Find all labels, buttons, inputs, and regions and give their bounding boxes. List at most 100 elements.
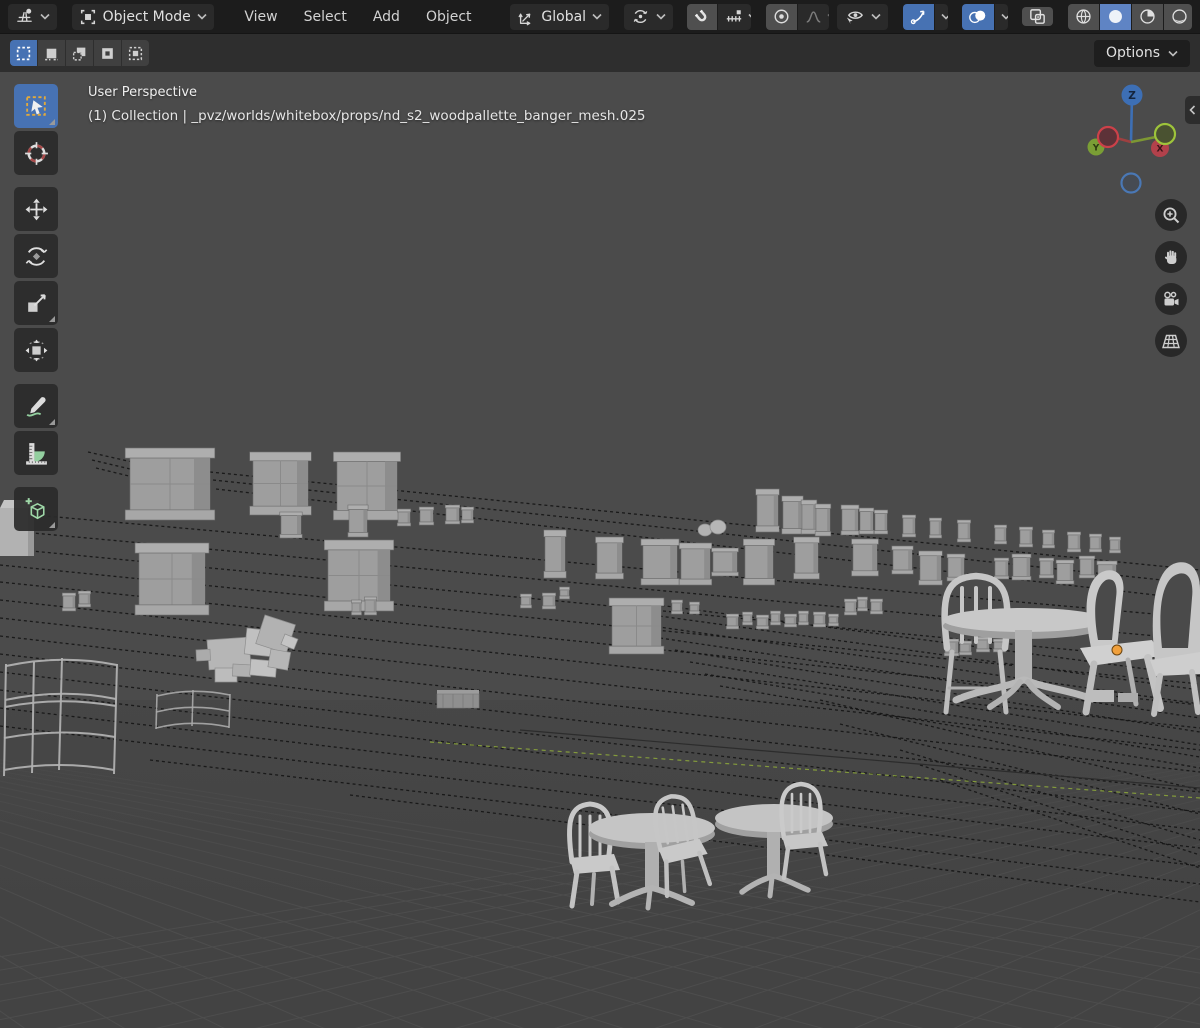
transform-orientation-icon <box>517 8 535 26</box>
snap-toggle[interactable] <box>687 4 717 30</box>
proportional-falloff-dropdown[interactable] <box>798 4 830 30</box>
chevron-down-icon <box>656 13 666 20</box>
move-icon <box>23 196 50 223</box>
tool-transform[interactable] <box>14 328 58 372</box>
overlays-dropdown[interactable] <box>995 4 1007 30</box>
overlays-icon <box>968 7 988 26</box>
select-box-icon <box>23 93 50 120</box>
options-label: Options <box>1106 45 1160 61</box>
select-mode-set[interactable] <box>10 40 37 66</box>
select-mode-group <box>10 40 149 66</box>
tool-scale[interactable] <box>14 281 58 325</box>
grid-perspective-icon <box>1161 332 1181 351</box>
gizmos-dropdown[interactable] <box>935 4 948 30</box>
tool-settings-bar: Options <box>0 33 1200 72</box>
viewport-3d[interactable]: User Perspective (1) Collection | _pvz/w… <box>0 72 1200 1028</box>
chevron-down-icon <box>40 13 50 20</box>
tool-measure[interactable] <box>14 431 58 475</box>
shading-solid-icon <box>1106 7 1125 26</box>
gizmo-axis-y-neg-ball[interactable] <box>1155 124 1175 144</box>
shading-material-preview-icon <box>1138 7 1157 26</box>
cursor-3d-icon <box>23 140 50 167</box>
editor-type-button[interactable] <box>8 4 57 30</box>
snap-magnet-icon <box>693 8 711 26</box>
toggle-xray-button[interactable] <box>1022 7 1053 26</box>
proportional-editing-toggle[interactable] <box>766 4 797 30</box>
tool-cursor[interactable] <box>14 131 58 175</box>
select-mode-extend[interactable] <box>38 40 65 66</box>
camera-icon <box>1161 290 1181 309</box>
tool-rotate[interactable] <box>14 234 58 278</box>
pivot-point-icon <box>631 7 650 26</box>
transform-orientation-dropdown[interactable]: Global <box>510 4 609 30</box>
menu-select[interactable]: Select <box>293 4 358 30</box>
mode-dropdown[interactable]: Object Mode <box>72 4 214 30</box>
camera-view-button[interactable] <box>1155 283 1187 315</box>
chevron-down-icon <box>941 13 948 20</box>
select-intersect-icon <box>127 45 144 62</box>
selected-object-origin[interactable] <box>1112 645 1122 655</box>
hand-icon <box>1162 248 1181 267</box>
chevron-down-icon <box>1001 13 1007 20</box>
snap-target-dropdown[interactable] <box>718 4 751 30</box>
shading-rendered-button[interactable] <box>1164 4 1192 30</box>
shading-solid-button[interactable] <box>1100 4 1131 30</box>
active-object-breadcrumb: (1) Collection | _pvz/worlds/whitebox/pr… <box>88 108 646 124</box>
measure-icon <box>23 440 50 467</box>
svg-text:Y: Y <box>1092 144 1100 154</box>
menu-view[interactable]: View <box>233 4 288 30</box>
pivot-point-dropdown[interactable] <box>624 4 673 30</box>
mode-label: Object Mode <box>103 9 191 25</box>
chevron-down-icon <box>592 13 602 20</box>
shading-material-preview-button[interactable] <box>1132 4 1163 30</box>
gizmo-axis-x-neg-ball[interactable] <box>1098 127 1118 147</box>
chevron-down-icon <box>748 13 751 20</box>
options-button[interactable]: Options <box>1094 40 1190 67</box>
snap-increment-icon <box>724 8 744 26</box>
chevron-down-icon <box>871 13 881 20</box>
overlays-control <box>962 4 1007 30</box>
chevron-left-icon <box>1189 105 1196 115</box>
view-perspective-label: User Perspective <box>88 85 197 100</box>
zoom-button[interactable] <box>1155 199 1187 231</box>
snap-control <box>687 4 751 30</box>
transform-icon <box>23 337 50 364</box>
falloff-curve-icon <box>804 8 823 26</box>
object-mode-icon <box>79 8 97 26</box>
tool-select-box[interactable] <box>14 84 58 128</box>
menu-object[interactable]: Object <box>415 4 483 30</box>
select-subtract-icon <box>71 45 88 62</box>
gizmo-axis-z-neg-ball[interactable] <box>1122 174 1141 193</box>
zoom-icon <box>1162 206 1181 225</box>
menu-add[interactable]: Add <box>362 4 411 30</box>
tool-add-cube[interactable] <box>14 487 58 531</box>
sidebar-toggle-tab[interactable] <box>1185 96 1200 124</box>
navigation-gizmo[interactable]: Y X Z <box>1081 82 1187 202</box>
toggle-projection-button[interactable] <box>1155 325 1187 357</box>
chevron-down-icon <box>197 13 207 20</box>
chevron-down-icon <box>1168 50 1178 57</box>
chevron-down-icon <box>827 13 830 20</box>
visibility-eye-icon <box>844 7 865 26</box>
shading-modes <box>1068 4 1192 30</box>
viewport-scene[interactable] <box>0 72 1200 1028</box>
editor-type-3d-viewport-icon <box>15 7 34 26</box>
proportional-editing-control <box>766 4 830 30</box>
annotate-pencil-icon <box>23 393 50 420</box>
add-cube-icon <box>23 496 50 523</box>
pan-button[interactable] <box>1155 241 1187 273</box>
show-gizmos-toggle[interactable] <box>903 4 934 30</box>
proportional-editing-icon <box>772 7 791 26</box>
select-mode-invert[interactable] <box>94 40 121 66</box>
tool-annotate[interactable] <box>14 384 58 428</box>
scale-icon <box>23 290 50 317</box>
select-mode-intersect[interactable] <box>122 40 149 66</box>
tool-move[interactable] <box>14 187 58 231</box>
viewport-nav-buttons <box>1155 199 1187 367</box>
show-overlays-toggle[interactable] <box>962 4 994 30</box>
scene-pallet[interactable] <box>437 690 479 708</box>
object-type-visibility-dropdown[interactable] <box>837 4 888 30</box>
svg-text:Z: Z <box>1128 90 1136 102</box>
select-mode-subtract[interactable] <box>66 40 93 66</box>
shading-wireframe-button[interactable] <box>1068 4 1099 30</box>
